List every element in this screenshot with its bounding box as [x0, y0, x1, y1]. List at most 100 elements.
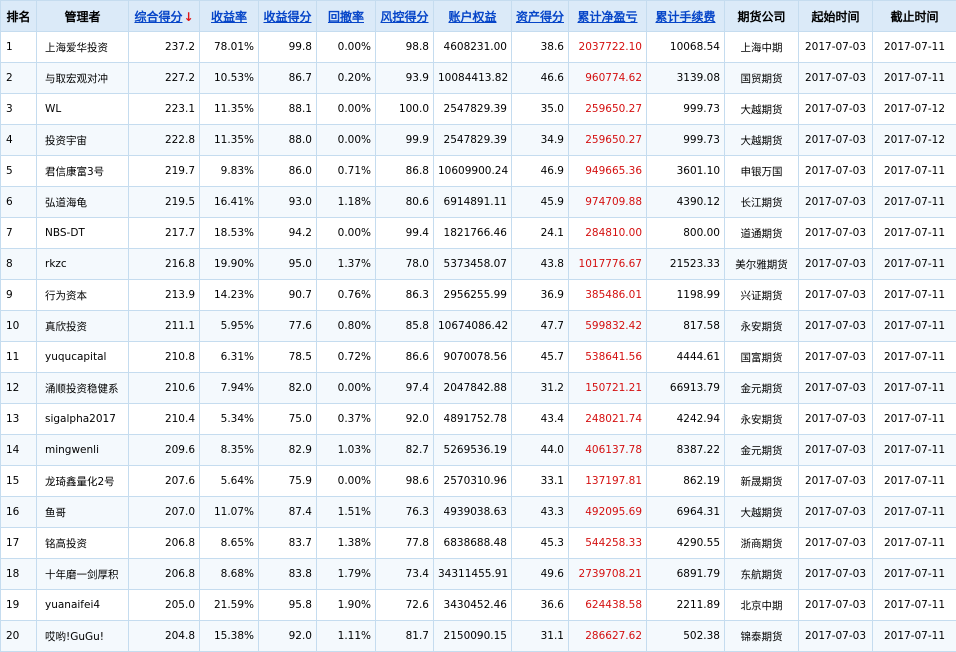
rank-cell: 11 [1, 342, 37, 373]
fees-cell: 3601.10 [647, 156, 725, 187]
risk-score-cell: 100.0 [376, 94, 434, 125]
table-row[interactable]: 7NBS-DT217.718.53%94.20.00%99.41821766.4… [1, 218, 956, 249]
return-rate-cell: 16.41% [200, 187, 259, 218]
table-row[interactable]: 10真欣投资211.15.95%77.60.80%85.810674086.42… [1, 311, 956, 342]
column-header-start-time: 起始时间 [799, 1, 873, 32]
table-row[interactable]: 2与取宏观对冲227.210.53%86.70.20%93.910084413.… [1, 63, 956, 94]
table-row[interactable]: 6弘道海龟219.516.41%93.01.18%80.66914891.114… [1, 187, 956, 218]
return-rate-cell: 9.83% [200, 156, 259, 187]
risk-score-cell: 80.6 [376, 187, 434, 218]
table-row[interactable]: 12涌顺投资稳健系210.67.94%82.00.00%97.42047842.… [1, 373, 956, 404]
column-header-asset-score[interactable]: 资产得分 [512, 1, 569, 32]
table-row[interactable]: 9行为资本213.914.23%90.70.76%86.32956255.993… [1, 280, 956, 311]
return-rate-cell: 11.35% [200, 94, 259, 125]
total-score-cell: 206.8 [129, 559, 200, 590]
total-score-cell: 227.2 [129, 63, 200, 94]
fees-cell: 4444.61 [647, 342, 725, 373]
return-rate-cell: 6.31% [200, 342, 259, 373]
drawdown-cell: 1.11% [317, 621, 376, 652]
return-score-cell: 82.9 [259, 435, 317, 466]
company-cell: 北京中期 [725, 590, 799, 621]
return-rate-cell: 11.07% [200, 497, 259, 528]
start-time-cell: 2017-07-03 [799, 373, 873, 404]
end-time-cell: 2017-07-11 [873, 218, 956, 249]
equity-cell: 2570310.96 [434, 466, 512, 497]
equity-cell: 2547829.39 [434, 125, 512, 156]
return-score-cell: 82.0 [259, 373, 317, 404]
return-score-cell: 92.0 [259, 621, 317, 652]
start-time-cell: 2017-07-03 [799, 621, 873, 652]
end-time-cell: 2017-07-11 [873, 590, 956, 621]
column-header-return-score[interactable]: 收益得分 [259, 1, 317, 32]
return-rate-cell: 21.59% [200, 590, 259, 621]
drawdown-cell: 1.37% [317, 249, 376, 280]
company-cell: 道通期货 [725, 218, 799, 249]
asset-score-cell: 35.0 [512, 94, 569, 125]
start-time-cell: 2017-07-03 [799, 249, 873, 280]
equity-cell: 2047842.88 [434, 373, 512, 404]
net-profit-cell: 599832.42 [569, 311, 647, 342]
table-row[interactable]: 13sigalpha2017210.45.34%75.00.37%92.0489… [1, 404, 956, 435]
company-cell: 上海中期 [725, 32, 799, 63]
rank-cell: 6 [1, 187, 37, 218]
table-row[interactable]: 18十年磨一剑厚积206.88.68%83.81.79%73.434311455… [1, 559, 956, 590]
end-time-cell: 2017-07-11 [873, 280, 956, 311]
return-score-cell: 86.7 [259, 63, 317, 94]
table-row[interactable]: 19yuanaifei4205.021.59%95.81.90%72.63430… [1, 590, 956, 621]
asset-score-cell: 36.6 [512, 590, 569, 621]
asset-score-cell: 33.1 [512, 466, 569, 497]
asset-score-cell: 46.6 [512, 63, 569, 94]
total-score-cell: 219.7 [129, 156, 200, 187]
table-row[interactable]: 14mingwenli209.68.35%82.91.03%82.7526953… [1, 435, 956, 466]
rank-cell: 4 [1, 125, 37, 156]
company-cell: 大越期货 [725, 94, 799, 125]
column-header-total-score[interactable]: 综合得分↓ [129, 1, 200, 32]
table-row[interactable]: 17铭高投资206.88.65%83.71.38%77.86838688.484… [1, 528, 956, 559]
risk-score-cell: 72.6 [376, 590, 434, 621]
table-row[interactable]: 20哎哟!GuGu!204.815.38%92.01.11%81.7215009… [1, 621, 956, 652]
return-score-cell: 78.5 [259, 342, 317, 373]
return-score-cell: 83.7 [259, 528, 317, 559]
table-row[interactable]: 8rkzc216.819.90%95.01.37%78.05373458.074… [1, 249, 956, 280]
return-rate-cell: 19.90% [200, 249, 259, 280]
net-profit-cell: 624438.58 [569, 590, 647, 621]
rank-cell: 10 [1, 311, 37, 342]
risk-score-cell: 86.8 [376, 156, 434, 187]
column-header-fees[interactable]: 累计手续费 [647, 1, 725, 32]
risk-score-cell: 99.4 [376, 218, 434, 249]
manager-cell: 行为资本 [37, 280, 129, 311]
rank-cell: 1 [1, 32, 37, 63]
company-cell: 锦泰期货 [725, 621, 799, 652]
end-time-cell: 2017-07-11 [873, 156, 956, 187]
table-row[interactable]: 16鱼哥207.011.07%87.41.51%76.34939038.6343… [1, 497, 956, 528]
table-row[interactable]: 4投资宇宙222.811.35%88.00.00%99.92547829.393… [1, 125, 956, 156]
start-time-cell: 2017-07-03 [799, 280, 873, 311]
risk-score-cell: 82.7 [376, 435, 434, 466]
total-score-cell: 219.5 [129, 187, 200, 218]
table-row[interactable]: 15龙琦鑫量化2号207.65.64%75.90.00%98.62570310.… [1, 466, 956, 497]
column-header-return-rate[interactable]: 收益率 [200, 1, 259, 32]
column-header-drawdown[interactable]: 回撤率 [317, 1, 376, 32]
table-row[interactable]: 11yuqucapital210.86.31%78.50.72%86.69070… [1, 342, 956, 373]
table-row[interactable]: 1上海爱华投资237.278.01%99.80.00%98.84608231.0… [1, 32, 956, 63]
start-time-cell: 2017-07-03 [799, 590, 873, 621]
return-score-cell: 95.8 [259, 590, 317, 621]
total-score-label[interactable]: 综合得分 [134, 10, 182, 24]
column-header-risk-score[interactable]: 风控得分 [376, 1, 434, 32]
end-time-cell: 2017-07-12 [873, 94, 956, 125]
risk-score-cell: 77.8 [376, 528, 434, 559]
return-score-cell: 88.1 [259, 94, 317, 125]
total-score-cell: 205.0 [129, 590, 200, 621]
table-row[interactable]: 5君信康富3号219.79.83%86.00.71%86.810609900.2… [1, 156, 956, 187]
company-cell: 永安期货 [725, 404, 799, 435]
table-body: 1上海爱华投资237.278.01%99.80.00%98.84608231.0… [1, 32, 956, 652]
drawdown-cell: 0.72% [317, 342, 376, 373]
asset-score-cell: 49.6 [512, 559, 569, 590]
return-score-cell: 93.0 [259, 187, 317, 218]
net-profit-cell: 544258.33 [569, 528, 647, 559]
column-header-net-profit[interactable]: 累计净盈亏 [569, 1, 647, 32]
table-row[interactable]: 3WL223.111.35%88.10.00%100.02547829.3935… [1, 94, 956, 125]
return-score-cell: 87.4 [259, 497, 317, 528]
rank-cell: 12 [1, 373, 37, 404]
column-header-equity[interactable]: 账户权益 [434, 1, 512, 32]
